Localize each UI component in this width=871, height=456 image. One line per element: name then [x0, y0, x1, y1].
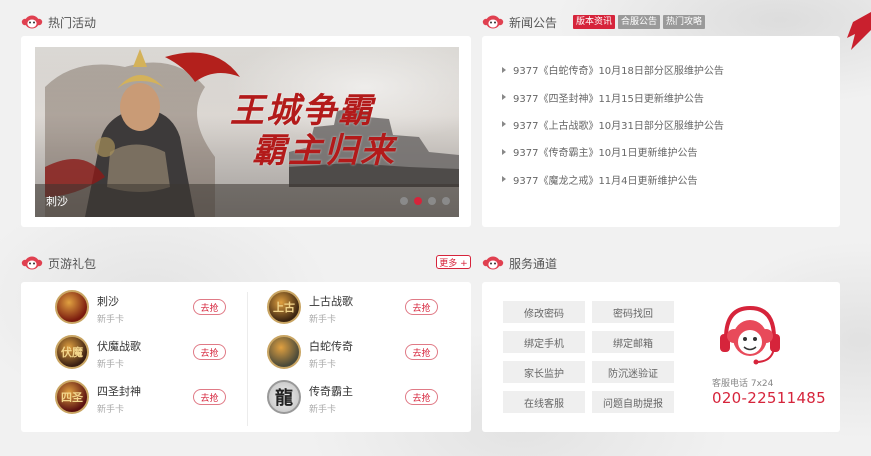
support-monkey-icon: [720, 305, 780, 365]
carousel-dot[interactable]: [400, 197, 408, 205]
gift-type: 新手卡: [309, 315, 337, 325]
gift-game-name[interactable]: 四圣封神: [97, 383, 141, 399]
gift-game-name[interactable]: 白蛇传奇: [309, 338, 353, 354]
parental-control-button[interactable]: 家长监护: [503, 361, 585, 383]
monkey-icon: [21, 256, 43, 270]
gift-item: 白蛇传奇新手卡 去抢: [267, 335, 492, 379]
banner-caption-bar: 刺沙: [35, 184, 459, 217]
bullet-arrow-icon: [502, 66, 506, 73]
news-panel: 9377《白蛇传奇》10月18日部分区服维护公告 9377《四圣封神》11月15日…: [482, 36, 840, 227]
news-item[interactable]: 9377《魔龙之戒》11月4日更新维护公告: [502, 166, 724, 193]
banner-headline: 王城争霸 霸主归来: [230, 91, 400, 171]
gifts-header: 页游礼包: [21, 253, 96, 273]
gift-game-name[interactable]: 刺沙: [97, 293, 119, 309]
news-item[interactable]: 9377《上古战歌》10月31日部分区服维护公告: [502, 111, 724, 138]
section-title: 热门活动: [48, 15, 97, 30]
gift-item: 龍传奇霸主新手卡 去抢: [267, 380, 492, 424]
anti-addiction-button[interactable]: 防沉迷验证: [592, 361, 674, 383]
game-logo[interactable]: 上古: [267, 290, 301, 324]
hotline-number: 020-22511485: [712, 389, 826, 407]
banner-caption[interactable]: 刺沙: [46, 193, 68, 209]
game-logo[interactable]: 四圣: [55, 380, 89, 414]
grab-gift-button[interactable]: 去抢: [405, 344, 438, 360]
news-list: 9377《白蛇传奇》10月18日部分区服维护公告 9377《四圣封神》11月15日…: [502, 56, 724, 193]
section-title: 页游礼包: [48, 256, 97, 271]
activity-banner[interactable]: 王城争霸 霸主归来 刺沙: [35, 47, 459, 217]
monkey-icon: [482, 15, 504, 29]
service-header: 服务通道: [482, 253, 557, 273]
gift-type: 新手卡: [97, 315, 125, 325]
gift-divider: [247, 292, 248, 426]
game-logo[interactable]: [55, 290, 89, 324]
bullet-arrow-icon: [502, 94, 506, 101]
gift-game-name[interactable]: 传奇霸主: [309, 383, 353, 399]
monkey-icon: [482, 256, 504, 270]
news-tabs: 版本资讯 合服公告 热门攻略: [573, 15, 706, 29]
activities-panel: 王城争霸 霸主归来 刺沙: [21, 36, 471, 227]
monkey-icon: [21, 15, 43, 29]
carousel-dots: [400, 197, 450, 205]
grab-gift-button[interactable]: 去抢: [193, 389, 226, 405]
banner-headline-line-1: 王城争霸: [230, 91, 374, 131]
news-item-title[interactable]: 9377《四圣封神》11月15日更新维护公告: [513, 90, 704, 105]
bullet-arrow-icon: [502, 176, 506, 183]
grab-gift-button[interactable]: 去抢: [405, 389, 438, 405]
carousel-dot[interactable]: [414, 197, 422, 205]
news-item-title[interactable]: 9377《上古战歌》10月31日部分区服维护公告: [513, 117, 724, 132]
online-support-button[interactable]: 在线客服: [503, 391, 585, 413]
bind-email-button[interactable]: 绑定邮箱: [592, 331, 674, 353]
hotline-label: 客服电话 7x24: [712, 379, 774, 389]
news-item[interactable]: 9377《四圣封神》11月15日更新维护公告: [502, 83, 724, 110]
grab-gift-button[interactable]: 去抢: [405, 299, 438, 315]
news-tab[interactable]: 版本资讯: [573, 15, 616, 29]
gift-type: 新手卡: [97, 405, 125, 415]
bind-phone-button[interactable]: 绑定手机: [503, 331, 585, 353]
more-gifts-button[interactable]: 更多 +: [436, 255, 471, 269]
news-item[interactable]: 9377《白蛇传奇》10月18日部分区服维护公告: [502, 56, 724, 83]
news-tab[interactable]: 热门攻略: [663, 15, 706, 29]
news-item-title[interactable]: 9377《白蛇传奇》10月18日部分区服维护公告: [513, 62, 724, 77]
news-item[interactable]: 9377《传奇霸主》10月1日更新维护公告: [502, 138, 724, 165]
game-logo[interactable]: [267, 335, 301, 369]
recover-password-button[interactable]: 密码找回: [592, 301, 674, 323]
grab-gift-button[interactable]: 去抢: [193, 299, 226, 315]
news-tab[interactable]: 合服公告: [618, 15, 661, 29]
bullet-arrow-icon: [502, 121, 506, 128]
game-logo[interactable]: 伏魔: [55, 335, 89, 369]
self-report-button[interactable]: 问题自助提报: [592, 391, 674, 413]
gift-type: 新手卡: [309, 360, 337, 370]
gift-game-name[interactable]: 伏魔战歌: [97, 338, 141, 354]
section-title: 新闻公告: [509, 15, 558, 30]
game-logo[interactable]: 龍: [267, 380, 301, 414]
gift-game-name[interactable]: 上古战歌: [309, 293, 353, 309]
grab-gift-button[interactable]: 去抢: [193, 344, 226, 360]
gift-type: 新手卡: [97, 360, 125, 370]
news-item-title[interactable]: 9377《传奇霸主》10月1日更新维护公告: [513, 144, 698, 159]
carousel-dot[interactable]: [428, 197, 436, 205]
gift-item: 上古 上古战歌新手卡 去抢: [267, 290, 492, 334]
red-ribbon-decoration: [847, 12, 871, 50]
gift-type: 新手卡: [309, 405, 337, 415]
news-header: 新闻公告 版本资讯 合服公告 热门攻略: [482, 12, 706, 32]
bullet-arrow-icon: [502, 148, 506, 155]
activities-header: 热门活动: [21, 12, 96, 32]
gifts-panel: 刺沙 新手卡 去抢 伏魔 伏魔战歌 新手卡 去抢 四圣 四圣封神 新手卡 去抢 上古 上古战歌 新手卡去…: [21, 282, 471, 432]
service-panel: 修改密码 密码找回 绑定手机 绑定邮箱 家长监护 防沉迷验证 在线客服 问题自助…: [482, 282, 840, 432]
banner-headline-line-2: 霸主归来: [252, 131, 396, 171]
carousel-dot[interactable]: [442, 197, 450, 205]
news-item-title[interactable]: 9377《魔龙之戒》11月4日更新维护公告: [513, 172, 698, 187]
section-title: 服务通道: [509, 256, 558, 271]
change-password-button[interactable]: 修改密码: [503, 301, 585, 323]
